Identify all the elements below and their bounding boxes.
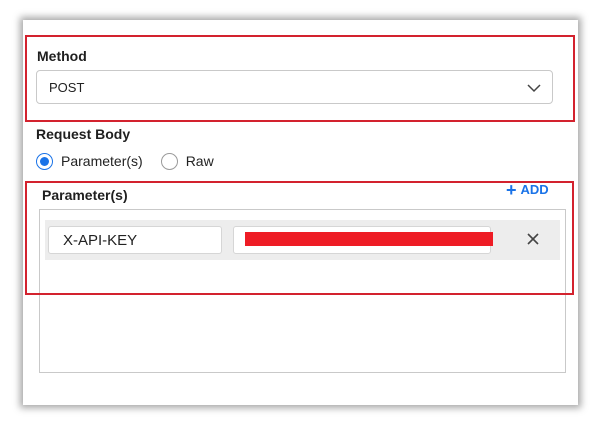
radio-raw-label[interactable]: Raw xyxy=(186,153,214,169)
request-body-radio-group: Parameter(s) Raw xyxy=(36,150,214,172)
method-selected-value: POST xyxy=(49,79,85,95)
radio-parameters-label[interactable]: Parameter(s) xyxy=(61,153,143,169)
add-button-label: ADD xyxy=(520,182,549,197)
parameter-key-input[interactable] xyxy=(48,226,222,254)
radio-raw[interactable] xyxy=(160,152,178,170)
redaction-bar xyxy=(245,232,493,246)
request-body-label: Request Body xyxy=(36,126,131,142)
close-icon[interactable] xyxy=(525,231,541,247)
method-select[interactable]: POST xyxy=(36,70,553,104)
method-label: Method xyxy=(37,48,87,64)
chevron-down-icon xyxy=(527,84,541,93)
add-parameter-button[interactable]: + ADD xyxy=(506,179,549,200)
radio-dot xyxy=(40,156,49,166)
plus-icon: + xyxy=(506,179,517,200)
radio-parameters[interactable] xyxy=(36,152,53,170)
parameters-label: Parameter(s) xyxy=(42,187,128,203)
